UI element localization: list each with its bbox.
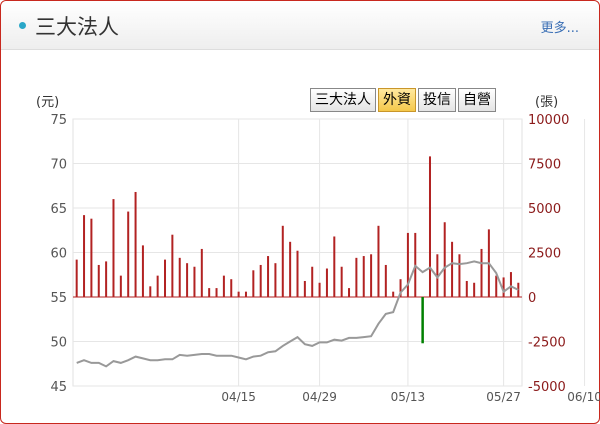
tab-institutional[interactable]: 三大法人 <box>310 88 376 112</box>
tab-investment-trust[interactable]: 投信 <box>418 88 456 112</box>
tab-dealer[interactable]: 自營 <box>458 88 496 112</box>
tab-foreign[interactable]: 外資 <box>378 88 416 112</box>
panel: 三大法人 更多... <box>0 0 600 424</box>
panel-header: 三大法人 更多... <box>1 1 599 50</box>
investor-tabs: 三大法人 外資 投信 自營 <box>310 88 498 112</box>
bullet-icon <box>19 22 26 29</box>
more-link[interactable]: 更多... <box>541 17 579 36</box>
panel-title: 三大法人 <box>35 15 119 39</box>
